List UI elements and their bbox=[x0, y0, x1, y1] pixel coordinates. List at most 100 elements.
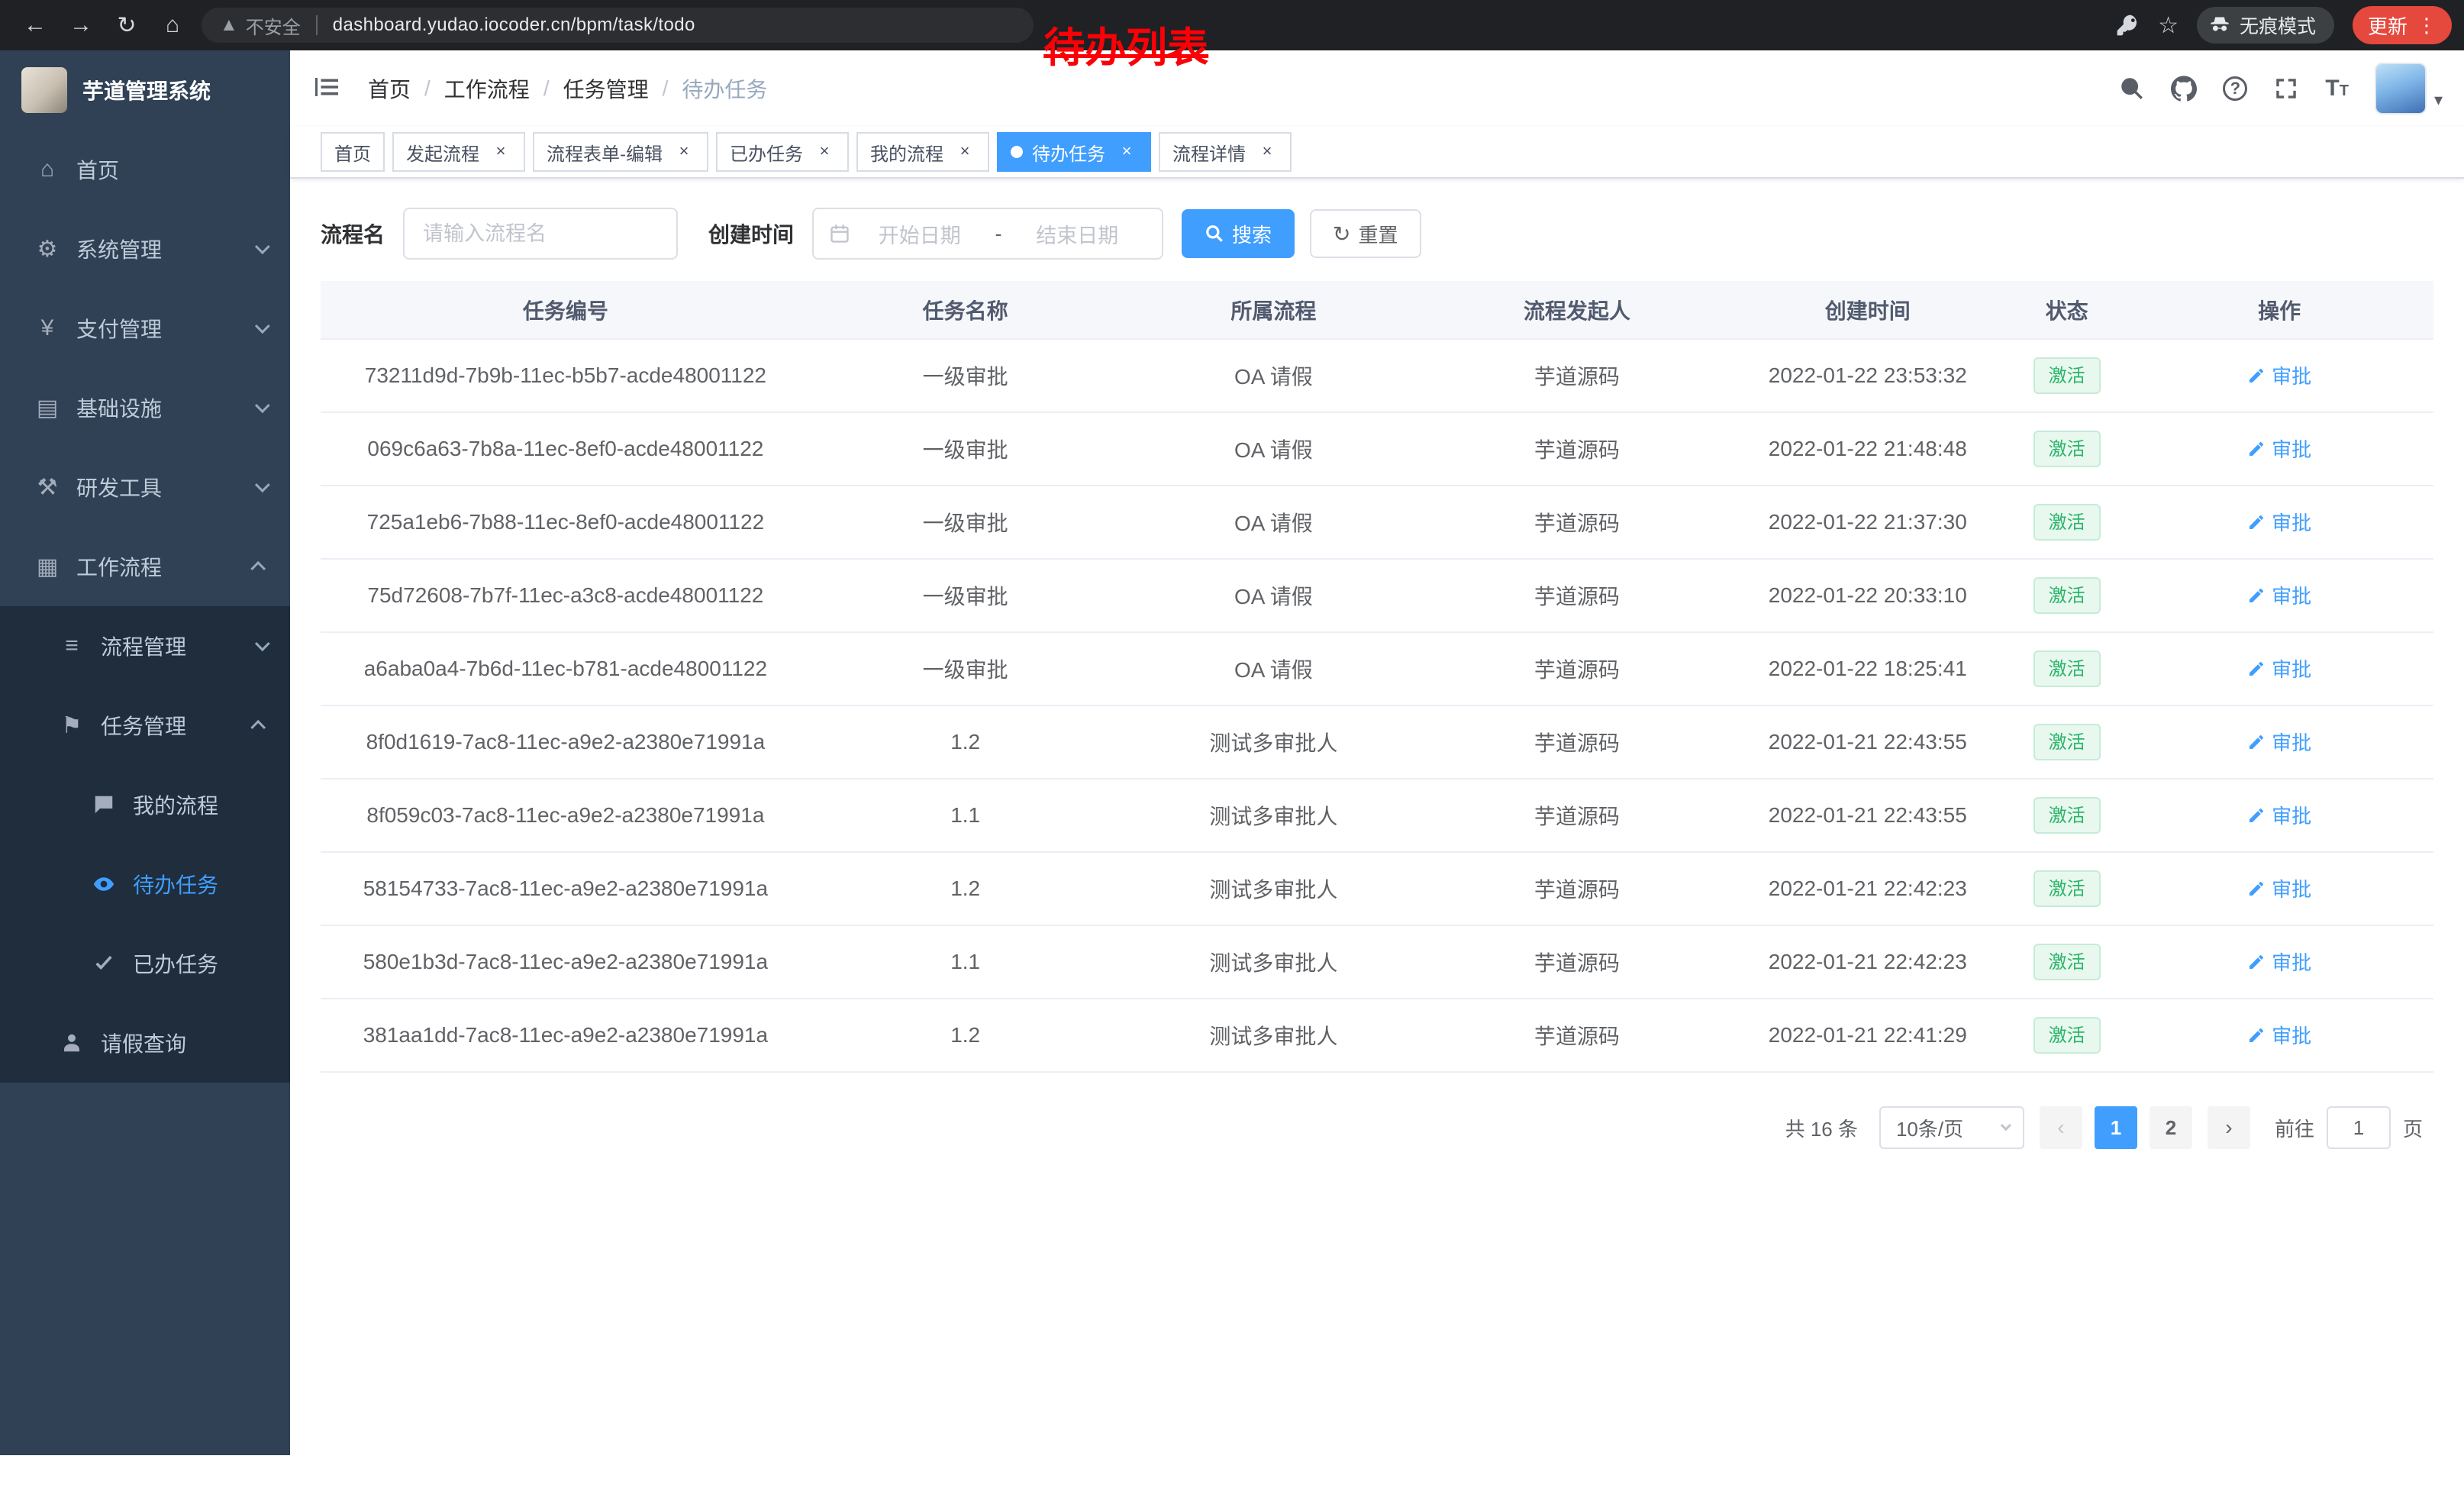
sidebar-item-process-management[interactable]: ≡流程管理 bbox=[0, 606, 290, 686]
tab-首页[interactable]: 首页 bbox=[321, 132, 385, 172]
search-button[interactable]: 搜索 bbox=[1182, 209, 1295, 258]
font-size-icon[interactable]: TT bbox=[2325, 76, 2349, 102]
action-cell: 审批 bbox=[2125, 412, 2433, 486]
approve-link[interactable]: 审批 bbox=[2247, 728, 2311, 756]
update-button[interactable]: 更新 ⋮ bbox=[2353, 6, 2452, 44]
approve-link-label: 审批 bbox=[2272, 1021, 2311, 1049]
process-name-input[interactable] bbox=[403, 208, 678, 260]
prev-page-button[interactable]: ‹ bbox=[2040, 1106, 2082, 1149]
home-icon[interactable]: ⌂ bbox=[150, 12, 195, 38]
process-cell: OA 请假 bbox=[1121, 486, 1427, 559]
sidebar-item-infrastructure[interactable]: ▤基础设施 bbox=[0, 368, 290, 447]
task-name-cell: 一级审批 bbox=[811, 559, 1121, 632]
user-menu[interactable]: ▾ bbox=[2375, 63, 2443, 115]
tab-待办任务[interactable]: 待办任务× bbox=[997, 132, 1151, 172]
approve-link[interactable]: 审批 bbox=[2247, 361, 2311, 389]
back-icon[interactable]: ← bbox=[12, 12, 58, 38]
sidebar-item-todo-task[interactable]: 待办任务 bbox=[0, 844, 290, 924]
tab-流程详情[interactable]: 流程详情× bbox=[1159, 132, 1292, 172]
reload-icon[interactable]: ↻ bbox=[104, 12, 150, 39]
approve-link[interactable]: 审批 bbox=[2247, 434, 2311, 463]
sidebar-item-done-task[interactable]: 已办任务 bbox=[0, 924, 290, 1003]
table-row: 8f059c03-7ac8-11ec-a9e2-a2380e71991a1.1测… bbox=[321, 779, 2433, 852]
sidebar-item-my-process[interactable]: 我的流程 bbox=[0, 765, 290, 844]
status-badge: 激活 bbox=[2033, 650, 2101, 687]
logo[interactable]: 芋道管理系统 bbox=[0, 50, 290, 130]
status-cell: 激活 bbox=[2008, 559, 2125, 632]
status-cell: 激活 bbox=[2008, 412, 2125, 486]
tab-close-icon[interactable]: × bbox=[954, 141, 976, 163]
approve-link[interactable]: 审批 bbox=[2247, 654, 2311, 683]
create-time-range-picker[interactable]: 开始日期 - 结束日期 bbox=[812, 208, 1163, 260]
goto-page-input[interactable] bbox=[2327, 1106, 2391, 1149]
initiator-cell: 芋道源码 bbox=[1427, 632, 1727, 705]
sidebar-item-payment-management[interactable]: ¥支付管理 bbox=[0, 289, 290, 368]
page-size-value: 10条/页 bbox=[1896, 1114, 1963, 1142]
status-cell: 激活 bbox=[2008, 925, 2125, 999]
page-number-2[interactable]: 2 bbox=[2150, 1106, 2192, 1149]
approve-link[interactable]: 审批 bbox=[2247, 801, 2311, 829]
pencil-icon bbox=[2247, 733, 2266, 751]
sidebar-item-label: 流程管理 bbox=[101, 631, 186, 661]
annotation-text: 待办列表 bbox=[1043, 14, 1208, 74]
page-size-select[interactable]: 10条/页 bbox=[1879, 1106, 2024, 1149]
address-bar[interactable]: ▲ 不安全 dashboard.yudao.iocoder.cn/bpm/tas… bbox=[202, 8, 1034, 43]
total-count: 共 16 条 bbox=[1785, 1114, 1858, 1142]
search-icon[interactable] bbox=[2119, 76, 2145, 102]
update-label: 更新 bbox=[2368, 11, 2408, 40]
approve-link[interactable]: 审批 bbox=[2247, 581, 2311, 609]
sidebar-menu: ⌂首页⚙系统管理¥支付管理▤基础设施⚒研发工具▦工作流程≡流程管理⚑任务管理我的… bbox=[0, 130, 290, 1083]
approve-link-label: 审批 bbox=[2272, 654, 2311, 683]
action-cell: 审批 bbox=[2125, 779, 2433, 852]
status-badge: 激活 bbox=[2033, 1017, 2101, 1054]
tab-流程表单-编辑[interactable]: 流程表单-编辑× bbox=[533, 132, 708, 172]
sidebar-collapse-icon[interactable] bbox=[313, 73, 343, 104]
forward-icon[interactable]: → bbox=[58, 12, 104, 38]
task-id-cell: 381aa1dd-7ac8-11ec-a9e2-a2380e71991a bbox=[321, 999, 811, 1072]
breadcrumb-item[interactable]: 工作流程 bbox=[444, 73, 530, 104]
breadcrumb-item[interactable]: 任务管理 bbox=[563, 73, 649, 104]
approve-link[interactable]: 审批 bbox=[2247, 1021, 2311, 1049]
sidebar-item-system-management[interactable]: ⚙系统管理 bbox=[0, 209, 290, 289]
browser-menu-icon[interactable]: ⋮ bbox=[2417, 14, 2437, 37]
tab-发起流程[interactable]: 发起流程× bbox=[392, 132, 525, 172]
task-id-cell: 8f0d1619-7ac8-11ec-a9e2-a2380e71991a bbox=[321, 705, 811, 779]
refresh-icon: ↻ bbox=[1333, 221, 1350, 247]
breadcrumb-item[interactable]: 首页 bbox=[368, 73, 411, 104]
status-cell: 激活 bbox=[2008, 486, 2125, 559]
sidebar-item-task-management[interactable]: ⚑任务管理 bbox=[0, 686, 290, 765]
approve-link[interactable]: 审批 bbox=[2247, 947, 2311, 976]
tab-close-icon[interactable]: × bbox=[673, 141, 695, 163]
tab-close-icon[interactable]: × bbox=[814, 141, 835, 163]
chevron-down-icon: ▾ bbox=[2434, 90, 2443, 115]
check-icon bbox=[87, 952, 121, 975]
approve-link[interactable]: 审批 bbox=[2247, 874, 2311, 902]
next-page-button[interactable]: › bbox=[2208, 1106, 2250, 1149]
tab-我的流程[interactable]: 我的流程× bbox=[856, 132, 989, 172]
sidebar-item-workflow[interactable]: ▦工作流程 bbox=[0, 527, 290, 606]
sidebar-item-home[interactable]: ⌂首页 bbox=[0, 130, 290, 209]
key-icon[interactable] bbox=[2115, 13, 2140, 37]
table-row: 381aa1dd-7ac8-11ec-a9e2-a2380e71991a1.2测… bbox=[321, 999, 2433, 1072]
task-id-cell: 73211d9d-7b9b-11ec-b5b7-acde48001122 bbox=[321, 339, 811, 412]
github-icon[interactable] bbox=[2171, 76, 2197, 102]
bookmark-star-icon[interactable]: ☆ bbox=[2158, 12, 2179, 39]
reset-button[interactable]: ↻ 重置 bbox=[1310, 209, 1421, 258]
tab-已办任务[interactable]: 已办任务× bbox=[716, 132, 849, 172]
approve-link[interactable]: 审批 bbox=[2247, 508, 2311, 536]
pencil-icon bbox=[2247, 513, 2266, 531]
avatar[interactable] bbox=[2375, 63, 2427, 115]
help-icon[interactable]: ? bbox=[2223, 76, 2247, 101]
created-time-cell: 2022-01-21 22:42:23 bbox=[1727, 852, 2009, 925]
tab-close-icon[interactable]: × bbox=[490, 141, 511, 163]
page-number-1[interactable]: 1 bbox=[2095, 1106, 2137, 1149]
tab-close-icon[interactable]: × bbox=[1256, 141, 1278, 163]
fullscreen-icon[interactable] bbox=[2273, 76, 2299, 102]
pencil-icon bbox=[2247, 440, 2266, 458]
incognito-label: 无痕模式 bbox=[2240, 11, 2316, 39]
approve-link-label: 审批 bbox=[2272, 728, 2311, 756]
sidebar-item-leave-query[interactable]: 请假查询 bbox=[0, 1003, 290, 1083]
sidebar-item-dev-tools[interactable]: ⚒研发工具 bbox=[0, 447, 290, 527]
initiator-cell: 芋道源码 bbox=[1427, 779, 1727, 852]
tab-close-icon[interactable]: × bbox=[1116, 141, 1137, 163]
